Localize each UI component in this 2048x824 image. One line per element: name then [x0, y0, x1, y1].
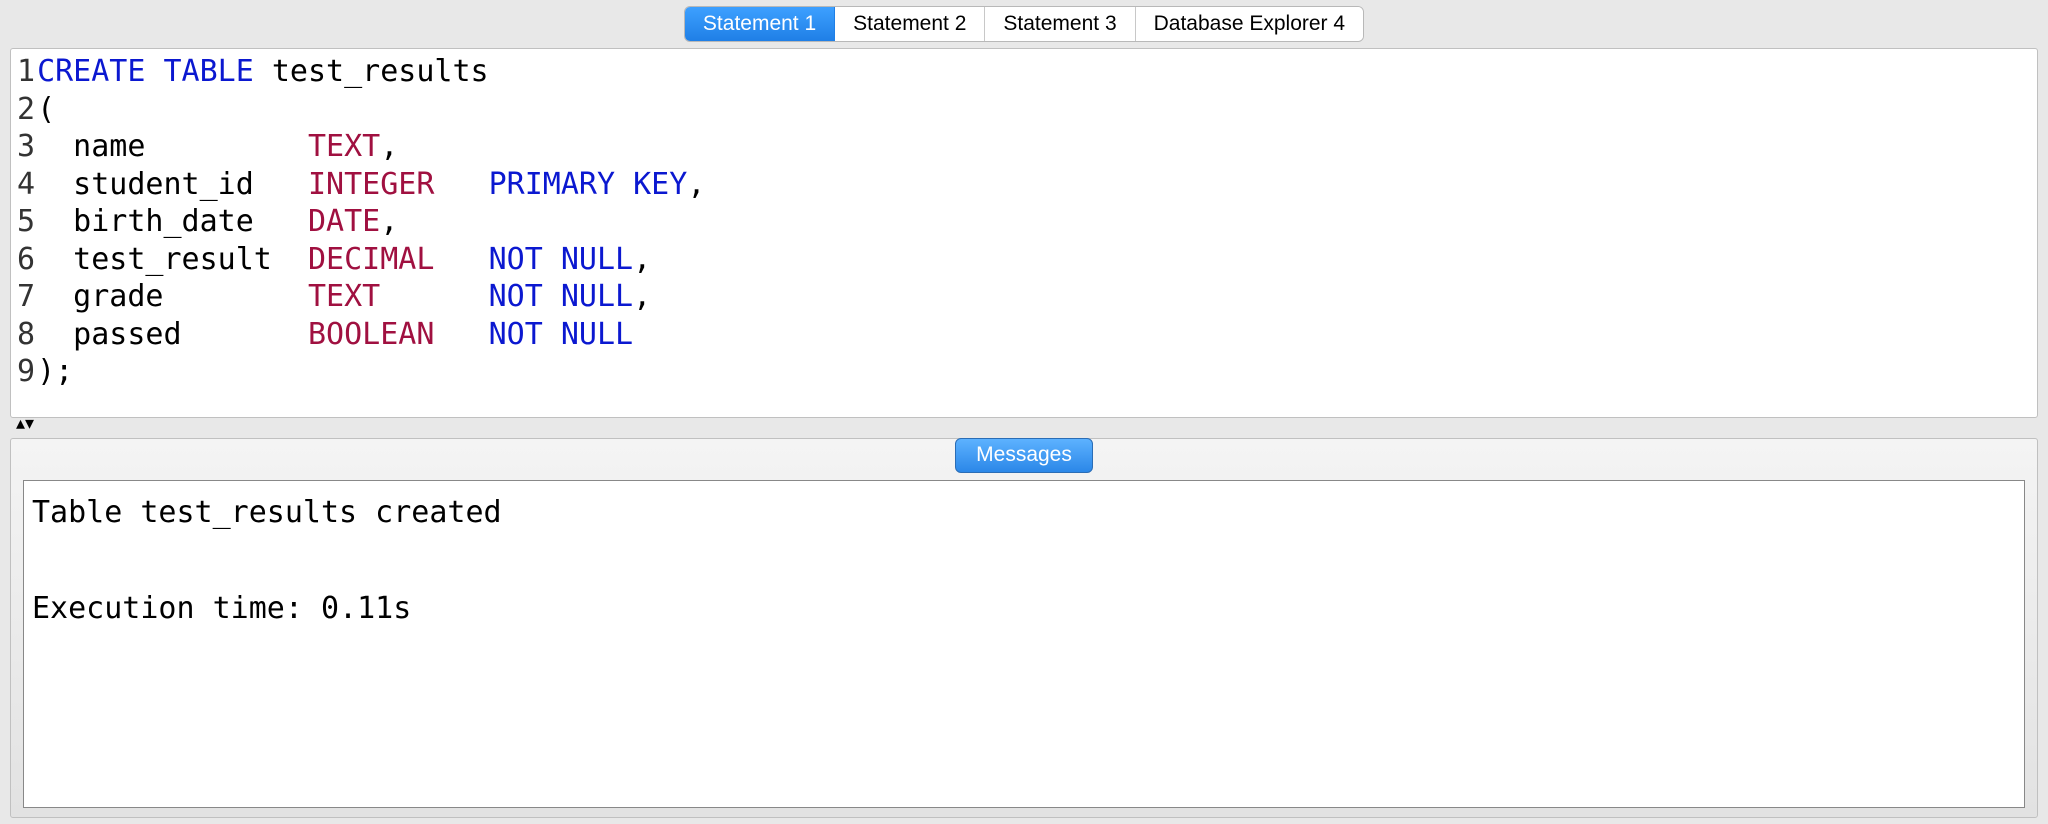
sql-editor[interactable]: 123456789 CREATE TABLE test_results( nam… [10, 48, 2038, 418]
messages-output[interactable]: Table test_results created Execution tim… [23, 480, 2025, 808]
tab-statement-2[interactable]: Statement 2 [835, 7, 985, 41]
code-line[interactable]: CREATE TABLE test_results [37, 53, 705, 91]
code-line[interactable]: passed BOOLEAN NOT NULL [37, 316, 705, 354]
tab-database-explorer-4[interactable]: Database Explorer 4 [1136, 7, 1363, 41]
line-number: 2 [17, 91, 35, 129]
code-line[interactable]: name TEXT, [37, 128, 705, 166]
line-number: 1 [17, 53, 35, 91]
line-number: 3 [17, 128, 35, 166]
split-handle[interactable]: ▴▾ [16, 418, 2038, 428]
code-line[interactable]: ); [37, 353, 705, 391]
line-number-gutter: 123456789 [11, 53, 37, 391]
code-line[interactable]: grade TEXT NOT NULL, [37, 278, 705, 316]
results-panel: Messages Table test_results created Exec… [10, 438, 2038, 818]
line-number: 5 [17, 203, 35, 241]
code-line[interactable]: test_result DECIMAL NOT NULL, [37, 241, 705, 279]
code-line[interactable]: ( [37, 91, 705, 129]
tab-statement-3[interactable]: Statement 3 [985, 7, 1135, 41]
line-number: 9 [17, 353, 35, 391]
line-number: 7 [17, 278, 35, 316]
line-number: 8 [17, 316, 35, 354]
messages-tab[interactable]: Messages [955, 438, 1093, 473]
tab-statement-1[interactable]: Statement 1 [685, 7, 835, 41]
tab-bar: Statement 1Statement 2Statement 3Databas… [10, 0, 2038, 42]
line-number: 6 [17, 241, 35, 279]
code-line[interactable]: birth_date DATE, [37, 203, 705, 241]
line-number: 4 [17, 166, 35, 204]
code-area[interactable]: CREATE TABLE test_results( name TEXT, st… [37, 53, 705, 391]
code-line[interactable]: student_id INTEGER PRIMARY KEY, [37, 166, 705, 204]
